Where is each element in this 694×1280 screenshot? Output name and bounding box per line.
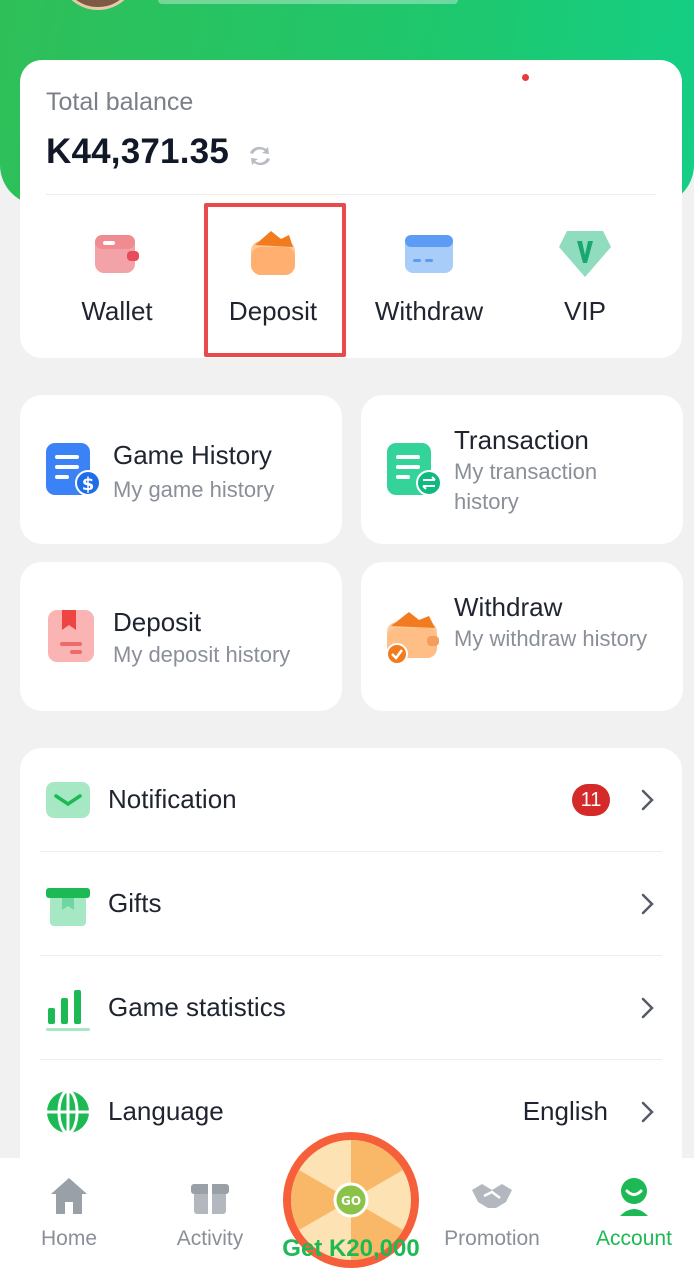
tile-title: Game History <box>113 440 272 470</box>
nav-label: Home <box>40 1227 98 1250</box>
menu-item-notification[interactable]: Notification 11 <box>20 748 682 852</box>
balance-label: Total balance <box>46 88 194 116</box>
wheel-reward-label[interactable]: Get K20,000 <box>262 1235 440 1263</box>
nav-label: Activity <box>176 1227 244 1250</box>
withdraw-history-tile[interactable]: Withdraw My withdraw history <box>361 562 683 711</box>
balance-card: Total balance K44,371.35 Wallet Deposit … <box>20 60 682 358</box>
menu-item-gifts[interactable]: Gifts <box>20 852 682 956</box>
deposit-history-tile[interactable]: Deposit My deposit history <box>20 562 342 711</box>
vip-label: VIP <box>564 296 606 326</box>
chevron-right-icon <box>641 789 654 811</box>
chevron-right-icon <box>641 893 654 915</box>
gift-icon <box>46 888 90 926</box>
unread-count-badge: 11 <box>572 784 610 816</box>
globe-icon <box>47 1089 89 1135</box>
vip-icon <box>559 231 611 277</box>
menu-label: Gifts <box>108 888 162 918</box>
tile-title: Withdraw <box>454 592 563 622</box>
nav-activity[interactable]: Activity <box>145 1174 275 1251</box>
wallet-icon <box>95 235 139 273</box>
mail-icon <box>46 782 90 818</box>
card-icon <box>405 235 453 273</box>
menu-label: Game statistics <box>108 992 286 1022</box>
menu-item-game-statistics[interactable]: Game statistics <box>20 956 682 1060</box>
nav-label: Promotion <box>444 1227 540 1250</box>
menu-label: Notification <box>108 784 237 814</box>
deposit-highlight-box <box>204 203 346 357</box>
tile-title: Transaction <box>454 425 589 455</box>
withdraw-label: Withdraw <box>374 296 484 326</box>
tile-subtitle: My transaction history <box>454 459 598 514</box>
nav-label: Account <box>596 1227 672 1250</box>
wheel-go-text: GO <box>341 1194 361 1208</box>
game-history-icon: $ <box>46 443 101 496</box>
gift-icon <box>191 1184 229 1214</box>
withdraw-history-icon <box>386 612 439 665</box>
refresh-icon[interactable] <box>242 138 278 174</box>
settings-menu: Notification 11 Gifts Game statistics La… <box>20 748 682 1168</box>
tile-subtitle: My deposit history <box>113 642 291 667</box>
chevron-right-icon <box>641 997 654 1019</box>
deposit-history-icon <box>48 610 94 662</box>
notification-dot <box>522 74 529 81</box>
menu-label: Language <box>108 1096 224 1126</box>
home-icon <box>51 1178 87 1214</box>
svg-text:$: $ <box>82 474 95 495</box>
nav-promotion[interactable]: Promotion <box>427 1174 557 1251</box>
handshake-icon <box>472 1184 512 1208</box>
transaction-tile[interactable]: Transaction My transaction history <box>361 395 683 544</box>
wallet-label: Wallet <box>81 296 153 326</box>
game-history-tile[interactable]: $ Game History My game history <box>20 395 342 544</box>
account-icon <box>620 1178 648 1216</box>
withdraw-button[interactable]: Withdraw <box>354 225 504 327</box>
chevron-right-icon <box>641 1101 654 1123</box>
bar-chart-icon <box>46 990 90 1031</box>
balance-amount: K44,371.35 <box>46 132 229 171</box>
tile-subtitle: My game history <box>113 477 275 502</box>
avatar[interactable] <box>58 0 138 10</box>
wallet-button[interactable]: Wallet <box>42 225 192 327</box>
tile-title: Deposit <box>113 607 202 637</box>
divider <box>46 194 656 195</box>
vip-button[interactable]: VIP <box>510 225 660 327</box>
nav-account[interactable]: Account <box>569 1174 694 1251</box>
transaction-icon <box>387 443 442 496</box>
user-info-strip <box>158 0 458 4</box>
nav-home[interactable]: Home <box>4 1174 134 1251</box>
tile-subtitle: My withdraw history <box>454 626 648 651</box>
language-value: English <box>522 1096 608 1126</box>
